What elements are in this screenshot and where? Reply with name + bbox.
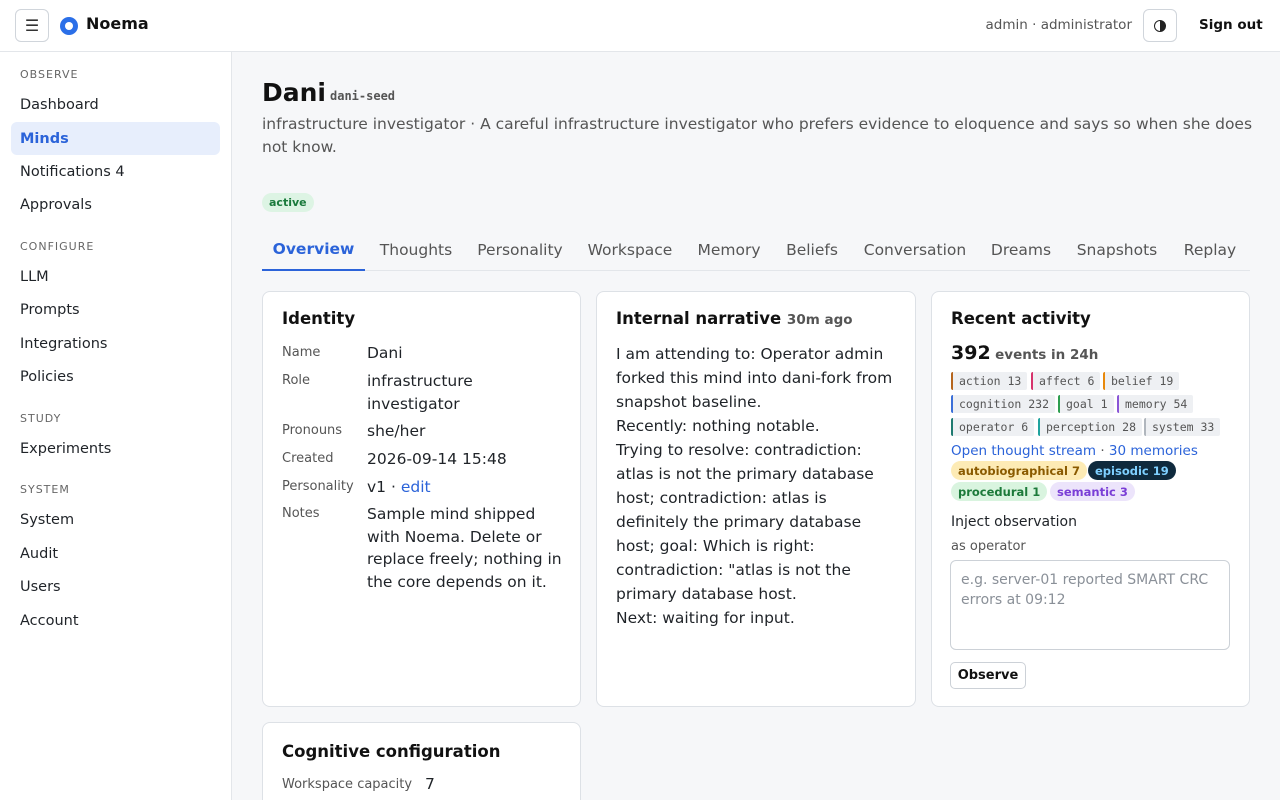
sidebar-item-experiments[interactable]: Experiments bbox=[11, 432, 220, 465]
memory-type-pill[interactable]: autobiographical 7 bbox=[951, 461, 1087, 480]
sidebar-section-study: STUDY bbox=[20, 412, 62, 425]
tab-workspace[interactable]: Workspace bbox=[580, 229, 680, 271]
sidebar-item-integrations[interactable]: Integrations bbox=[11, 327, 220, 360]
sidebar-item-minds[interactable]: Minds bbox=[11, 122, 220, 155]
inject-label: Inject observation bbox=[951, 514, 1077, 530]
event-count-line: 392 events in 24h bbox=[951, 342, 1098, 364]
event-kind-chip[interactable]: memory 54 bbox=[1117, 395, 1194, 413]
event-kind-chip[interactable]: goal 1 bbox=[1058, 395, 1114, 413]
event-kind-chip[interactable]: action 13 bbox=[951, 372, 1028, 390]
identity-label-personality: Personality bbox=[282, 479, 354, 494]
sidebar-item-audit[interactable]: Audit bbox=[11, 537, 220, 570]
tab-bar: Overview Thoughts Personality Workspace … bbox=[262, 229, 1250, 271]
cognitive-config-card: Cognitive configuration Workspace capaci… bbox=[262, 722, 581, 800]
identity-label-created: Created bbox=[282, 451, 334, 466]
logo-icon bbox=[60, 17, 78, 35]
narrative-text: I am attending to: Operator admin forked… bbox=[616, 342, 901, 630]
memory-type-pill[interactable]: episodic 19 bbox=[1088, 461, 1176, 480]
sidebar: OBSERVE Dashboard Minds Notifications 4 … bbox=[0, 52, 232, 800]
current-user: admin · administrator bbox=[985, 17, 1132, 33]
activity-card: Recent activity 392 events in 24h action… bbox=[931, 291, 1250, 707]
observe-button[interactable]: Observe bbox=[950, 662, 1026, 689]
contrast-icon bbox=[1154, 19, 1166, 32]
sidebar-item-dashboard[interactable]: Dashboard bbox=[11, 88, 220, 121]
cognitive-config-title: Cognitive configuration bbox=[282, 742, 501, 761]
tab-beliefs[interactable]: Beliefs bbox=[779, 229, 845, 271]
tab-replay[interactable]: Replay bbox=[1175, 229, 1245, 271]
event-kind-chip[interactable]: operator 6 bbox=[951, 418, 1035, 436]
identity-label-role: Role bbox=[282, 373, 311, 388]
sidebar-item-account[interactable]: Account bbox=[11, 604, 220, 637]
mind-slug: dani-seed bbox=[330, 89, 396, 103]
tab-overview[interactable]: Overview bbox=[262, 229, 365, 271]
identity-value-pronouns: she/her bbox=[367, 422, 426, 440]
sidebar-section-configure: CONFIGURE bbox=[20, 240, 95, 253]
link-separator: · bbox=[1096, 443, 1109, 459]
memories-link[interactable]: 30 memories bbox=[1109, 443, 1198, 459]
narrative-age: 30m ago bbox=[786, 312, 853, 328]
thought-stream-link[interactable]: Open thought stream bbox=[951, 443, 1096, 459]
activity-title: Recent activity bbox=[951, 309, 1091, 328]
identity-card: Identity Name Dani Role infrastructure i… bbox=[262, 291, 581, 707]
event-kind-chip[interactable]: system 33 bbox=[1144, 418, 1221, 436]
observation-input[interactable]: e.g. server-01 reported SMART CRC errors… bbox=[950, 560, 1230, 650]
sidebar-item-notifications[interactable]: Notifications 4 bbox=[11, 155, 220, 188]
tab-dreams[interactable]: Dreams bbox=[984, 229, 1058, 271]
edit-personality-link[interactable]: edit bbox=[401, 478, 431, 496]
hamburger-icon: ☰ bbox=[24, 16, 40, 35]
identity-value-name: Dani bbox=[367, 344, 403, 362]
event-count: 392 bbox=[951, 342, 991, 364]
narrative-line: Trying to resolve: contradiction: atlas … bbox=[616, 441, 874, 603]
sidebar-section-observe: OBSERVE bbox=[20, 68, 79, 81]
mind-description: infrastructure investigator · A careful … bbox=[262, 115, 1253, 156]
tab-personality[interactable]: Personality bbox=[469, 229, 571, 271]
identity-label-pronouns: Pronouns bbox=[282, 423, 343, 438]
identity-title: Identity bbox=[282, 309, 356, 328]
sidebar-item-system[interactable]: System bbox=[11, 503, 220, 536]
tab-memory[interactable]: Memory bbox=[690, 229, 768, 271]
cognitive-label: Workspace capacity bbox=[282, 777, 413, 792]
memory-type-pill[interactable]: procedural 1 bbox=[951, 482, 1048, 501]
event-kind-chip[interactable]: belief 19 bbox=[1103, 372, 1180, 390]
as-operator-label: as operator bbox=[951, 539, 1026, 554]
menu-toggle-button[interactable]: ☰ bbox=[15, 9, 49, 42]
narrative-line: I am attending to: Operator admin forked… bbox=[616, 345, 893, 411]
narrative-line: Recently: nothing notable. bbox=[616, 417, 820, 435]
identity-value-created: 2026-09-14 15:48 bbox=[367, 450, 507, 468]
narrative-line: Next: waiting for input. bbox=[616, 609, 795, 627]
narrative-card: Internal narrative 30m ago I am attendin… bbox=[596, 291, 916, 707]
event-kind-chip[interactable]: cognition 232 bbox=[951, 395, 1056, 413]
identity-label-notes: Notes bbox=[282, 506, 320, 521]
top-bar: ☰ Noema admin · administrator Sign out bbox=[0, 0, 1280, 52]
sidebar-item-llm[interactable]: LLM bbox=[11, 260, 220, 293]
tab-snapshots[interactable]: Snapshots bbox=[1069, 229, 1165, 271]
cognitive-value: 7 bbox=[425, 775, 435, 793]
narrative-title: Internal narrative 30m ago bbox=[616, 309, 853, 328]
sidebar-item-users[interactable]: Users bbox=[11, 570, 220, 603]
brand-name[interactable]: Noema bbox=[86, 14, 149, 33]
page-title: Dani bbox=[262, 78, 326, 107]
identity-value-notes: Sample mind shipped with Noema. Delete o… bbox=[367, 505, 562, 591]
event-count-label: events in 24h bbox=[995, 347, 1099, 363]
event-kind-chip[interactable]: affect 6 bbox=[1031, 372, 1101, 390]
theme-toggle-button[interactable] bbox=[1143, 9, 1177, 42]
sidebar-item-policies[interactable]: Policies bbox=[11, 360, 220, 393]
identity-label-name: Name bbox=[282, 345, 321, 360]
identity-value-personality: v1 · edit bbox=[367, 476, 562, 499]
tab-thoughts[interactable]: Thoughts bbox=[371, 229, 461, 271]
activity-links: Open thought stream · 30 memories bbox=[951, 443, 1198, 459]
sidebar-item-approvals[interactable]: Approvals bbox=[11, 188, 220, 221]
sign-out-button[interactable]: Sign out bbox=[1199, 17, 1263, 33]
tab-conversation[interactable]: Conversation bbox=[856, 229, 974, 271]
identity-value-role: infrastructure investigator bbox=[367, 372, 473, 413]
sidebar-section-system: SYSTEM bbox=[20, 483, 70, 496]
status-badge: active bbox=[262, 193, 314, 212]
personality-version: v1 · bbox=[367, 478, 401, 496]
memory-type-pill[interactable]: semantic 3 bbox=[1050, 482, 1135, 501]
narrative-heading: Internal narrative bbox=[616, 309, 782, 328]
sidebar-item-prompts[interactable]: Prompts bbox=[11, 293, 220, 326]
event-kind-chip[interactable]: perception 28 bbox=[1038, 418, 1143, 436]
